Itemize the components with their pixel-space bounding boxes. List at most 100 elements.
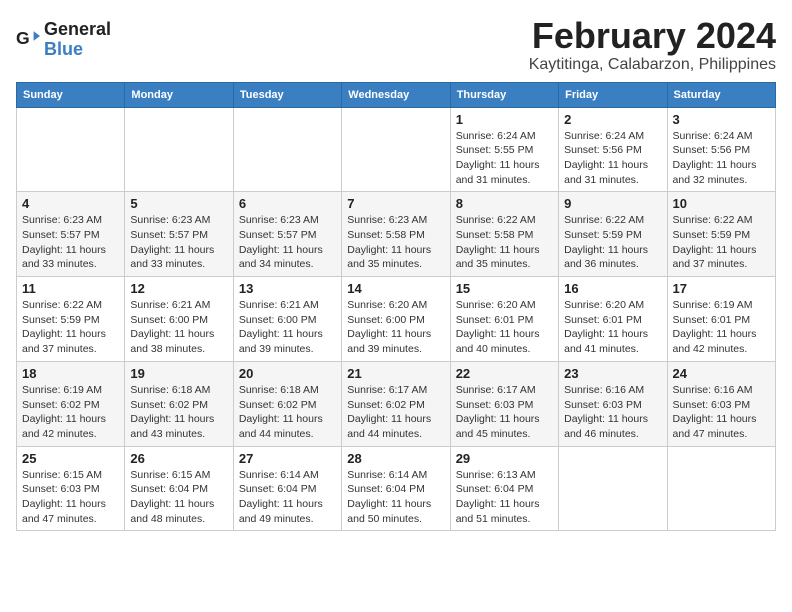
day-info: Sunrise: 6:22 AM Sunset: 5:59 PM Dayligh…: [673, 213, 770, 272]
day-info: Sunrise: 6:19 AM Sunset: 6:02 PM Dayligh…: [22, 383, 119, 442]
calendar-cell: 16 Sunrise: 6:20 AM Sunset: 6:01 PM Dayli…: [559, 277, 667, 362]
day-info: Sunrise: 6:20 AM Sunset: 6:00 PM Dayligh…: [347, 298, 444, 357]
day-number: 21: [347, 366, 444, 381]
calendar-cell: 12Sunrise: 6:21 AM Sunset: 6:00 PM Dayli…: [125, 277, 233, 362]
calendar-cell: 28 Sunrise: 6:14 AM Sunset: 6:04 PM Dayli…: [342, 446, 450, 531]
page-subtitle: Kaytitinga, Calabarzon, Philippines: [529, 56, 776, 74]
calendar-header-row: SundayMondayTuesdayWednesdayThursdayFrid…: [17, 82, 776, 107]
calendar-week-5: 25 Sunrise: 6:15 AM Sunset: 6:03 PM Dayli…: [17, 446, 776, 531]
header-thursday: Thursday: [450, 82, 558, 107]
calendar-cell: 6Sunrise: 6:23 AM Sunset: 5:57 PM Daylig…: [233, 192, 341, 277]
calendar-cell: 25 Sunrise: 6:15 AM Sunset: 6:03 PM Dayli…: [17, 446, 125, 531]
calendar-week-1: 1Sunrise: 6:24 AM Sunset: 5:55 PM Daylig…: [17, 107, 776, 192]
day-number: 24: [673, 366, 770, 381]
calendar-cell: 2 Sunrise: 6:24 AM Sunset: 5:56 PM Daylig…: [559, 107, 667, 192]
calendar-cell: 21 Sunrise: 6:17 AM Sunset: 6:02 PM Dayli…: [342, 361, 450, 446]
day-number: 7: [347, 196, 444, 211]
calendar-cell: 13 Sunrise: 6:21 AM Sunset: 6:00 PM Dayli…: [233, 277, 341, 362]
logo-icon: G: [16, 28, 40, 52]
calendar-cell: 29Sunrise: 6:13 AM Sunset: 6:04 PM Dayli…: [450, 446, 558, 531]
day-number: 27: [239, 451, 336, 466]
header-friday: Friday: [559, 82, 667, 107]
day-info: Sunrise: 6:23 AM Sunset: 5:57 PM Dayligh…: [239, 213, 336, 272]
calendar-cell: 1Sunrise: 6:24 AM Sunset: 5:55 PM Daylig…: [450, 107, 558, 192]
day-number: 3: [673, 112, 770, 127]
header-monday: Monday: [125, 82, 233, 107]
day-info: Sunrise: 6:15 AM Sunset: 6:03 PM Dayligh…: [22, 468, 119, 527]
day-info: Sunrise: 6:17 AM Sunset: 6:03 PM Dayligh…: [456, 383, 553, 442]
day-number: 11: [22, 281, 119, 296]
day-info: Sunrise: 6:24 AM Sunset: 5:56 PM Dayligh…: [564, 129, 661, 188]
day-number: 5: [130, 196, 227, 211]
day-number: 13: [239, 281, 336, 296]
day-info: Sunrise: 6:21 AM Sunset: 6:00 PM Dayligh…: [239, 298, 336, 357]
day-number: 17: [673, 281, 770, 296]
day-number: 9: [564, 196, 661, 211]
day-info: Sunrise: 6:22 AM Sunset: 5:59 PM Dayligh…: [564, 213, 661, 272]
day-info: Sunrise: 6:19 AM Sunset: 6:01 PM Dayligh…: [673, 298, 770, 357]
svg-text:G: G: [16, 28, 30, 48]
header-saturday: Saturday: [667, 82, 775, 107]
day-info: Sunrise: 6:23 AM Sunset: 5:57 PM Dayligh…: [130, 213, 227, 272]
day-number: 8: [456, 196, 553, 211]
calendar-cell: [233, 107, 341, 192]
day-info: Sunrise: 6:15 AM Sunset: 6:04 PM Dayligh…: [130, 468, 227, 527]
day-info: Sunrise: 6:14 AM Sunset: 6:04 PM Dayligh…: [239, 468, 336, 527]
day-number: 16: [564, 281, 661, 296]
day-number: 26: [130, 451, 227, 466]
calendar-cell: 26 Sunrise: 6:15 AM Sunset: 6:04 PM Dayli…: [125, 446, 233, 531]
day-number: 20: [239, 366, 336, 381]
calendar-body: 1Sunrise: 6:24 AM Sunset: 5:55 PM Daylig…: [17, 107, 776, 531]
calendar-cell: [125, 107, 233, 192]
calendar-cell: [342, 107, 450, 192]
day-info: Sunrise: 6:21 AM Sunset: 6:00 PM Dayligh…: [130, 298, 227, 357]
calendar-cell: 5 Sunrise: 6:23 AM Sunset: 5:57 PM Daylig…: [125, 192, 233, 277]
day-info: Sunrise: 6:23 AM Sunset: 5:58 PM Dayligh…: [347, 213, 444, 272]
day-number: 2: [564, 112, 661, 127]
page-title: February 2024: [529, 16, 776, 56]
calendar-cell: 17 Sunrise: 6:19 AM Sunset: 6:01 PM Dayli…: [667, 277, 775, 362]
day-number: 22: [456, 366, 553, 381]
day-info: Sunrise: 6:24 AM Sunset: 5:55 PM Dayligh…: [456, 129, 553, 188]
day-info: Sunrise: 6:18 AM Sunset: 6:02 PM Dayligh…: [239, 383, 336, 442]
calendar-cell: 23Sunrise: 6:16 AM Sunset: 6:03 PM Dayli…: [559, 361, 667, 446]
day-info: Sunrise: 6:14 AM Sunset: 6:04 PM Dayligh…: [347, 468, 444, 527]
day-info: Sunrise: 6:20 AM Sunset: 6:01 PM Dayligh…: [564, 298, 661, 357]
header-tuesday: Tuesday: [233, 82, 341, 107]
page-header: G General Blue February 2024 Kaytitinga,…: [16, 16, 776, 74]
calendar-week-3: 11 Sunrise: 6:22 AM Sunset: 5:59 PM Dayli…: [17, 277, 776, 362]
logo-line2: Blue: [44, 40, 111, 60]
day-info: Sunrise: 6:24 AM Sunset: 5:56 PM Dayligh…: [673, 129, 770, 188]
calendar-cell: 20 Sunrise: 6:18 AM Sunset: 6:02 PM Dayli…: [233, 361, 341, 446]
calendar-cell: [559, 446, 667, 531]
day-info: Sunrise: 6:22 AM Sunset: 5:59 PM Dayligh…: [22, 298, 119, 357]
calendar-cell: 27 Sunrise: 6:14 AM Sunset: 6:04 PM Dayli…: [233, 446, 341, 531]
day-info: Sunrise: 6:22 AM Sunset: 5:58 PM Dayligh…: [456, 213, 553, 272]
calendar-cell: 4 Sunrise: 6:23 AM Sunset: 5:57 PM Daylig…: [17, 192, 125, 277]
day-info: Sunrise: 6:23 AM Sunset: 5:57 PM Dayligh…: [22, 213, 119, 272]
calendar-cell: 18Sunrise: 6:19 AM Sunset: 6:02 PM Dayli…: [17, 361, 125, 446]
calendar-week-2: 4 Sunrise: 6:23 AM Sunset: 5:57 PM Daylig…: [17, 192, 776, 277]
calendar-cell: 19Sunrise: 6:18 AM Sunset: 6:02 PM Dayli…: [125, 361, 233, 446]
day-info: Sunrise: 6:16 AM Sunset: 6:03 PM Dayligh…: [673, 383, 770, 442]
calendar-cell: [667, 446, 775, 531]
calendar-cell: 14Sunrise: 6:20 AM Sunset: 6:00 PM Dayli…: [342, 277, 450, 362]
day-number: 25: [22, 451, 119, 466]
day-number: 15: [456, 281, 553, 296]
calendar-cell: [17, 107, 125, 192]
calendar-cell: 10Sunrise: 6:22 AM Sunset: 5:59 PM Dayli…: [667, 192, 775, 277]
day-info: Sunrise: 6:17 AM Sunset: 6:02 PM Dayligh…: [347, 383, 444, 442]
day-info: Sunrise: 6:16 AM Sunset: 6:03 PM Dayligh…: [564, 383, 661, 442]
day-number: 4: [22, 196, 119, 211]
day-number: 28: [347, 451, 444, 466]
day-number: 29: [456, 451, 553, 466]
calendar-cell: 9 Sunrise: 6:22 AM Sunset: 5:59 PM Daylig…: [559, 192, 667, 277]
calendar-table: SundayMondayTuesdayWednesdayThursdayFrid…: [16, 82, 776, 532]
title-area: February 2024 Kaytitinga, Calabarzon, Ph…: [529, 16, 776, 74]
calendar-cell: 3 Sunrise: 6:24 AM Sunset: 5:56 PM Daylig…: [667, 107, 775, 192]
calendar-cell: 24 Sunrise: 6:16 AM Sunset: 6:03 PM Dayli…: [667, 361, 775, 446]
header-wednesday: Wednesday: [342, 82, 450, 107]
calendar-week-4: 18Sunrise: 6:19 AM Sunset: 6:02 PM Dayli…: [17, 361, 776, 446]
calendar-cell: 22 Sunrise: 6:17 AM Sunset: 6:03 PM Dayli…: [450, 361, 558, 446]
logo: G General Blue: [16, 20, 111, 60]
